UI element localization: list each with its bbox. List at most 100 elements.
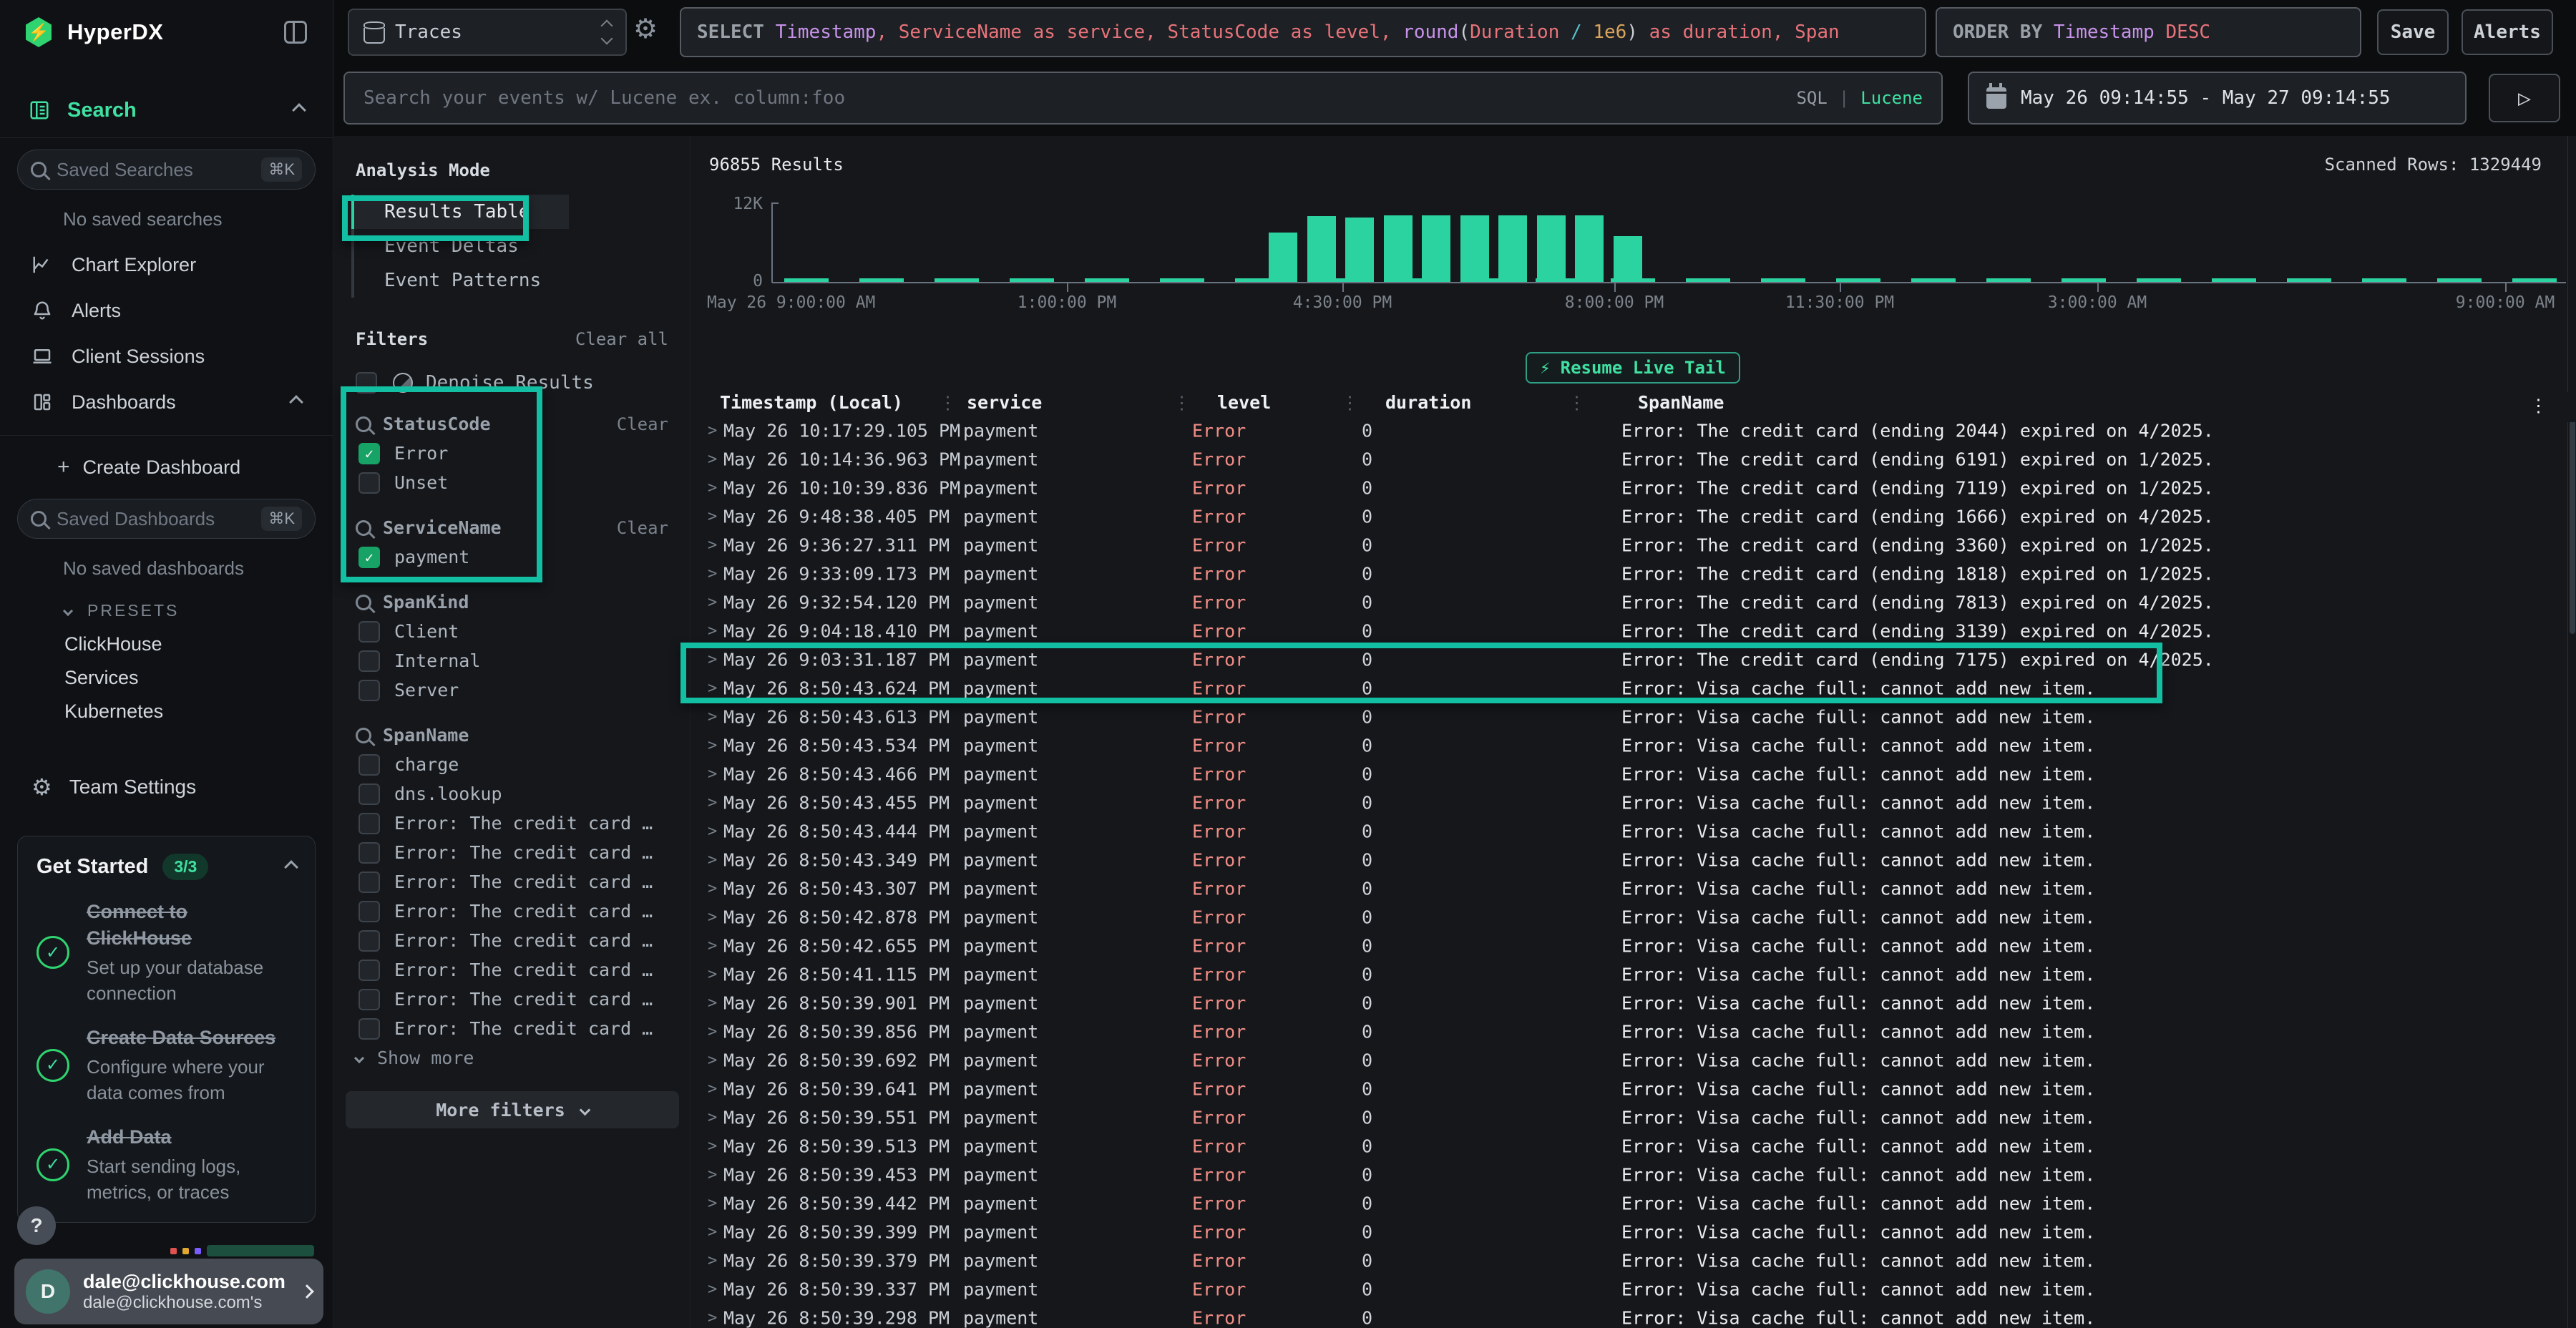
analysis-mode-event-deltas[interactable]: Event Deltas [354,229,690,263]
row-expand-chevron-icon[interactable]: > [708,794,717,812]
chevron-up-icon[interactable] [289,395,303,409]
col-duration[interactable]: duration [1385,392,1471,413]
table-row[interactable]: >May 26 9:03:31.187 PMpaymentError0Error… [691,645,2576,674]
sidebar-item-team-settings[interactable]: ⚙ Team Settings [0,766,333,809]
analysis-mode-event-patterns[interactable]: Event Patterns [354,263,690,298]
row-expand-chevron-icon[interactable]: > [708,1166,717,1184]
filter-option[interactable]: Error: The credit card … [358,867,690,897]
save-button[interactable]: Save [2377,9,2449,55]
histogram-bar[interactable] [1575,215,1604,282]
chevron-up-icon[interactable] [284,860,298,874]
data-source-select[interactable]: Traces [348,9,627,56]
histogram-bar[interactable] [1422,215,1450,282]
row-expand-chevron-icon[interactable]: > [708,851,717,869]
table-row[interactable]: >May 26 8:50:43.534 PMpaymentError0Error… [691,731,2576,760]
table-row[interactable]: >May 26 8:50:39.298 PMpaymentError0Error… [691,1304,2576,1328]
clear-all-button[interactable]: Clear all [575,329,668,349]
histogram-bar[interactable] [1460,215,1489,282]
row-expand-chevron-icon[interactable]: > [708,651,717,669]
table-row[interactable]: >May 26 8:50:39.337 PMpaymentError0Error… [691,1275,2576,1304]
scrollbar-thumb[interactable] [2570,398,2575,634]
saved-searches-input[interactable]: Saved Searches ⌘K [17,150,316,190]
run-search-button[interactable]: ▷ [2489,74,2560,122]
row-expand-chevron-icon[interactable]: > [708,995,717,1012]
row-expand-chevron-icon[interactable]: > [708,880,717,898]
checkbox-checked[interactable]: ✓ [358,547,380,568]
row-expand-chevron-icon[interactable]: > [708,508,717,526]
presets-toggle[interactable]: PRESETS [64,601,333,620]
row-expand-chevron-icon[interactable]: > [708,1023,717,1041]
col-spanname[interactable]: SpanName [1638,392,1724,413]
row-expand-chevron-icon[interactable]: > [708,565,717,583]
checkbox-checked[interactable]: ✓ [358,443,380,464]
scrollbar[interactable] [2567,136,2576,1328]
clear-filter-button[interactable]: Clear [617,414,668,434]
filter-option[interactable]: Client [358,617,690,646]
table-row[interactable]: >May 26 9:36:27.311 PMpaymentError0Error… [691,531,2576,560]
histogram-bar[interactable] [1269,233,1297,282]
table-row[interactable]: >May 26 8:50:39.641 PMpaymentError0Error… [691,1075,2576,1103]
sidebar-item-client-sessions[interactable]: Client Sessions [0,333,333,379]
row-expand-chevron-icon[interactable]: > [708,766,717,783]
row-expand-chevron-icon[interactable]: > [708,1080,717,1098]
search-icon[interactable] [356,728,371,743]
row-expand-chevron-icon[interactable]: > [708,708,717,726]
row-expand-chevron-icon[interactable]: > [708,823,717,841]
table-row[interactable]: >May 26 8:50:39.692 PMpaymentError0Error… [691,1046,2576,1075]
checkbox-unchecked[interactable] [358,680,380,701]
get-started-item[interactable]: ✓Create Data SourcesConfigure where your… [36,1025,296,1105]
checkbox-unchecked[interactable] [358,842,380,864]
col-resize-handle[interactable]: ⋮ [1341,392,1359,413]
table-row[interactable]: >May 26 8:50:39.513 PMpaymentError0Error… [691,1132,2576,1161]
checkbox-unchecked[interactable] [358,813,380,834]
filter-option[interactable]: charge [358,750,690,779]
table-row[interactable]: >May 26 9:48:38.405 PMpaymentError0Error… [691,502,2576,531]
table-row[interactable]: >May 26 8:50:42.655 PMpaymentError0Error… [691,932,2576,960]
row-expand-chevron-icon[interactable]: > [708,451,717,469]
sidebar-item-dashboards[interactable]: Dashboards [0,379,333,425]
histogram-bar[interactable] [1345,218,1374,282]
table-row[interactable]: >May 26 8:50:41.115 PMpaymentError0Error… [691,960,2576,989]
mode-sql-toggle[interactable]: SQL [1796,88,1827,108]
filter-option[interactable]: ✓Error [358,439,690,468]
row-expand-chevron-icon[interactable]: > [708,909,717,927]
filter-option[interactable]: Unset [358,468,690,497]
row-expand-chevron-icon[interactable]: > [708,1195,717,1213]
table-row[interactable]: >May 26 8:50:39.551 PMpaymentError0Error… [691,1103,2576,1132]
row-expand-chevron-icon[interactable]: > [708,680,717,698]
table-row[interactable]: >May 26 9:32:54.120 PMpaymentError0Error… [691,588,2576,617]
filter-option[interactable]: Error: The credit card … [358,809,690,838]
row-expand-chevron-icon[interactable]: > [708,594,717,612]
table-row[interactable]: >May 26 8:50:39.856 PMpaymentError0Error… [691,1017,2576,1046]
sidebar-preset-clickhouse[interactable]: ClickHouse [0,628,333,661]
filter-option[interactable]: Error: The credit card … [358,1014,690,1043]
filter-option[interactable]: ✓payment [358,542,690,572]
sidebar-item-alerts[interactable]: Alerts [0,288,333,333]
filter-option[interactable]: Error: The credit card … [358,926,690,955]
table-row[interactable]: >May 26 8:50:43.466 PMpaymentError0Error… [691,760,2576,788]
table-row[interactable]: >May 26 8:50:43.624 PMpaymentError0Error… [691,674,2576,703]
filter-option[interactable]: Error: The credit card … [358,955,690,985]
table-row[interactable]: >May 26 8:50:43.613 PMpaymentError0Error… [691,703,2576,731]
filter-option[interactable]: Error: The credit card … [358,838,690,867]
checkbox-unchecked[interactable] [358,989,380,1010]
help-button[interactable]: ? [17,1206,56,1245]
more-filters-button[interactable]: More filters [346,1091,679,1128]
saved-dashboards-input[interactable]: Saved Dashboards ⌘K [17,499,316,539]
analysis-mode-results-table[interactable]: Results Table [354,195,569,229]
histogram-bar[interactable] [1614,236,1642,282]
checkbox-unchecked[interactable] [358,960,380,981]
row-expand-chevron-icon[interactable]: > [708,937,717,955]
create-dashboard-button[interactable]: + Create Dashboard [0,447,333,487]
table-row[interactable]: >May 26 10:14:36.963 PMpaymentError0Erro… [691,445,2576,474]
date-range-picker[interactable]: May 26 09:14:55 - May 27 09:14:55 [1968,72,2467,125]
denoise-results-checkbox[interactable]: Denoise Results [356,372,690,394]
row-expand-chevron-icon[interactable]: > [708,537,717,555]
show-more-button[interactable]: Show more [356,1043,690,1073]
histogram-bar[interactable] [1498,215,1527,282]
collapse-sidebar-icon[interactable] [284,21,307,44]
table-row[interactable]: >May 26 10:10:39.836 PMpaymentError0Erro… [691,474,2576,502]
row-expand-chevron-icon[interactable]: > [708,966,717,984]
row-expand-chevron-icon[interactable]: > [708,1252,717,1270]
table-row[interactable]: >May 26 9:33:09.173 PMpaymentError0Error… [691,560,2576,588]
